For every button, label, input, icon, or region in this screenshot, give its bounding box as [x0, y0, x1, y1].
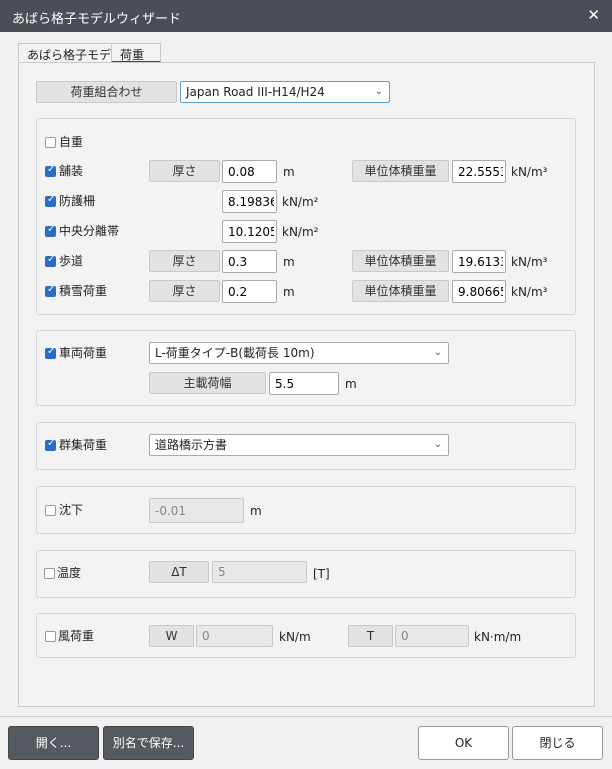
snow-unit-weight-unit: kN/m³: [511, 285, 548, 299]
main-loading-width-button[interactable]: 主載荷幅: [149, 372, 266, 394]
fence-checkbox[interactable]: [45, 194, 56, 207]
settlement-group: [36, 486, 576, 534]
snow-thickness-input[interactable]: [222, 280, 277, 303]
load-combination-select[interactable]: Japan Road III-H14/H24 ⌄: [180, 81, 390, 103]
wind-label: 風荷重: [58, 629, 95, 643]
settlement-unit: m: [250, 504, 262, 518]
snow-label: 積雪荷重: [59, 284, 108, 298]
delta-t-button[interactable]: ΔT: [149, 561, 209, 583]
wind-t-input[interactable]: [395, 625, 469, 647]
median-unit: kN/m²: [282, 225, 319, 239]
pavement-unit-weight-unit: kN/m³: [511, 165, 548, 179]
vehicle-type-value: L-荷重タイプ-B(載荷長 10m): [155, 346, 315, 360]
sidewalk-checkbox[interactable]: [45, 254, 56, 267]
median-input[interactable]: [222, 220, 277, 243]
main-loading-width-unit: m: [345, 377, 357, 391]
title-bar: あばら格子モデルウィザード ✕: [0, 0, 612, 32]
wind-w-unit: kN/m: [279, 630, 311, 644]
wind-t-unit: kN·m/m: [474, 630, 522, 644]
pavement-thickness-input[interactable]: [222, 160, 277, 183]
self-weight-label: 自重: [59, 135, 84, 149]
pavement-checkbox[interactable]: [45, 164, 56, 177]
wind-w-button[interactable]: W: [149, 625, 194, 647]
median-checkbox[interactable]: [45, 224, 56, 237]
wind-checkbox[interactable]: [45, 631, 56, 642]
temperature-input[interactable]: [212, 561, 307, 583]
main-loading-width-input[interactable]: [269, 372, 339, 395]
median-label: 中央分離帯: [59, 224, 120, 238]
wind-w-input[interactable]: [196, 625, 273, 647]
close-icon[interactable]: ✕: [587, 6, 600, 24]
sidewalk-unit-weight-unit: kN/m³: [511, 255, 548, 269]
crowd-standard-select[interactable]: 道路橋示方書 ⌄: [149, 434, 449, 456]
sidewalk-label: 歩道: [59, 254, 84, 268]
save-as-button[interactable]: 別名で保存...: [103, 726, 194, 760]
vehicle-label: 車両荷重: [59, 346, 108, 360]
snow-checkbox[interactable]: [45, 284, 56, 297]
ok-button[interactable]: OK: [418, 726, 509, 760]
settlement-label: 沈下: [59, 503, 84, 517]
pavement-label: 舗装: [59, 164, 84, 178]
open-button[interactable]: 開く...: [8, 726, 99, 760]
temperature-label: 温度: [57, 566, 82, 580]
window-title: あばら格子モデルウィザード: [12, 12, 182, 27]
load-combination-value: Japan Road III-H14/H24: [186, 85, 325, 99]
sidewalk-unit-weight-input[interactable]: [452, 250, 506, 273]
chevron-down-icon: ⌄: [433, 347, 442, 358]
temperature-unit: [T]: [313, 567, 330, 581]
crowd-standard-value: 道路橋示方書: [155, 438, 228, 452]
sidewalk-thickness-input[interactable]: [222, 250, 277, 273]
pavement-unit-weight-input[interactable]: [452, 160, 506, 183]
pavement-unit-weight-button[interactable]: 単位体積重量: [352, 160, 449, 182]
sidewalk-unit-weight-button[interactable]: 単位体積重量: [352, 250, 449, 272]
vehicle-type-select[interactable]: L-荷重タイプ-B(載荷長 10m) ⌄: [149, 342, 449, 364]
snow-thickness-unit: m: [283, 285, 295, 299]
settlement-input[interactable]: [149, 498, 244, 523]
pavement-thickness-button[interactable]: 厚さ: [149, 160, 220, 182]
crowd-label: 群集荷重: [59, 438, 108, 452]
sidewalk-thickness-unit: m: [283, 255, 295, 269]
snow-unit-weight-input[interactable]: [452, 280, 506, 303]
self-weight-checkbox[interactable]: [45, 137, 56, 148]
load-combination-button[interactable]: 荷重組合わせ: [36, 81, 177, 103]
chevron-down-icon: ⌄: [374, 86, 383, 97]
crowd-checkbox[interactable]: [45, 438, 56, 451]
fence-label: 防護柵: [59, 194, 96, 208]
fence-unit: kN/m²: [282, 195, 319, 209]
pavement-thickness-unit: m: [283, 165, 295, 179]
snow-unit-weight-button[interactable]: 単位体積重量: [352, 280, 449, 302]
fence-input[interactable]: [222, 190, 277, 213]
temperature-checkbox[interactable]: [44, 568, 55, 579]
vehicle-checkbox[interactable]: [45, 346, 56, 359]
sidewalk-thickness-button[interactable]: 厚さ: [149, 250, 220, 272]
close-button[interactable]: 閉じる: [512, 726, 603, 760]
settlement-checkbox[interactable]: [45, 505, 56, 516]
snow-thickness-button[interactable]: 厚さ: [149, 280, 220, 302]
tab-loads[interactable]: 荷重: [111, 43, 161, 63]
wind-t-button[interactable]: T: [348, 625, 393, 647]
chevron-down-icon: ⌄: [433, 439, 442, 450]
